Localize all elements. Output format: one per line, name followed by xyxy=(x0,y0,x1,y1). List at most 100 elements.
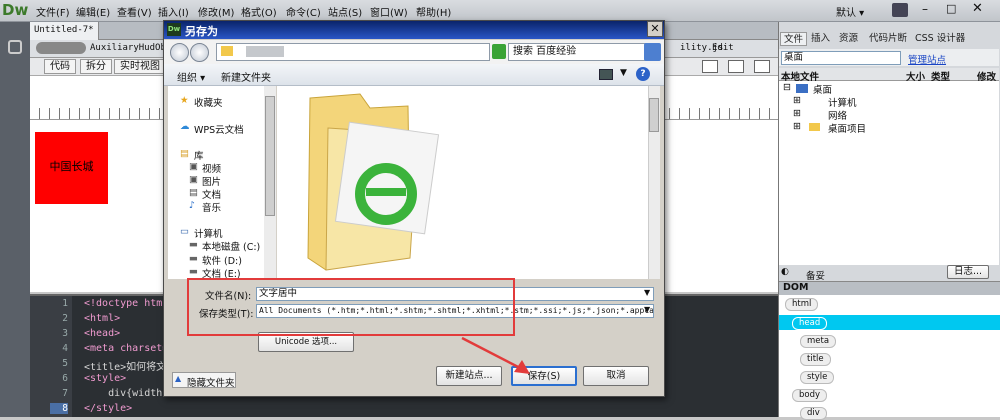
line-number: 3 xyxy=(62,328,68,339)
maximize-icon[interactable]: □ xyxy=(946,2,956,15)
tab-css-designer[interactable]: CSS 设计器 xyxy=(912,32,968,46)
source-code-pill[interactable] xyxy=(36,42,86,54)
related-file-edit[interactable]: Edit xyxy=(712,43,734,53)
help-icon[interactable]: ? xyxy=(636,67,650,81)
music-icon: ♪ xyxy=(189,200,196,211)
layout-icon[interactable] xyxy=(728,60,744,73)
manage-sites-link[interactable]: 管理站点 xyxy=(908,52,946,66)
status-text: 备妥 xyxy=(806,271,826,282)
line-number: 1 xyxy=(62,298,68,309)
dom-node-div[interactable]: div xyxy=(800,407,827,420)
log-button[interactable]: 日志... xyxy=(947,265,989,279)
menu-insert[interactable]: 插入(I) xyxy=(158,4,189,19)
dom-node-style[interactable]: style xyxy=(800,371,835,384)
tab-snippets[interactable]: 代码片断 xyxy=(866,32,910,46)
menu-edit[interactable]: 编辑(E) xyxy=(76,4,110,19)
path-segment-redacted[interactable] xyxy=(246,46,284,57)
dialog-close-icon[interactable]: ✕ xyxy=(647,21,663,37)
dom-panel-header xyxy=(779,281,1000,295)
site-select[interactable]: 桌面 xyxy=(781,51,901,65)
nav-computer[interactable]: 计算机 xyxy=(194,226,223,240)
new-site-button[interactable]: 新建站点... xyxy=(436,366,502,386)
chevron-down-icon[interactable]: ▼ xyxy=(644,288,650,297)
nav-libraries[interactable]: 库 xyxy=(194,148,204,162)
insert-icon[interactable] xyxy=(8,40,22,54)
menu-window[interactable]: 窗口(W) xyxy=(370,4,408,19)
hide-folders-label: 隐藏文件夹 xyxy=(187,378,235,389)
sync-icon[interactable] xyxy=(892,3,908,17)
tab-untitled-7[interactable]: Untitled-7* xyxy=(30,22,99,40)
connect-icon[interactable]: ◐ xyxy=(781,267,789,277)
chevron-down-icon[interactable]: ▼ xyxy=(644,305,650,314)
minimize-icon[interactable]: – xyxy=(922,2,928,16)
search-icon[interactable] xyxy=(644,43,661,61)
tab-files[interactable]: 文件 xyxy=(780,32,808,46)
nav-wps-cloud[interactable]: WPS云文档 xyxy=(194,122,244,136)
dw-app-icon: Dw xyxy=(167,23,181,36)
search-input[interactable]: 搜索 百度经验 xyxy=(508,43,646,61)
expand-icon[interactable]: ⊞ xyxy=(793,108,801,119)
tree-item-computer[interactable]: 计算机 xyxy=(828,95,857,109)
menu-format[interactable]: 格式(O) xyxy=(241,4,277,19)
library-icon: ▤ xyxy=(180,148,189,159)
forward-button[interactable] xyxy=(190,43,209,62)
nav-pictures[interactable]: 图片 xyxy=(202,174,221,188)
organize-menu[interactable]: 组织 ▾ xyxy=(177,69,205,84)
line-number-current: 8 xyxy=(50,403,68,414)
menu-commands[interactable]: 命令(C) xyxy=(286,4,321,19)
nav-scroll-thumb[interactable] xyxy=(265,96,275,216)
nav-drive-c[interactable]: 本地磁盘 (C:) xyxy=(202,239,260,253)
code-view-button[interactable]: 代码 xyxy=(44,59,76,74)
nav-favorites[interactable]: 收藏夹 xyxy=(194,95,223,109)
collapse-icon[interactable]: ⊟ xyxy=(783,82,791,93)
cancel-button[interactable]: 取消 xyxy=(583,366,649,386)
save-button[interactable]: 保存(S) xyxy=(511,366,577,386)
favorites-star-icon: ★ xyxy=(180,95,189,106)
view-mode-icon[interactable] xyxy=(599,69,613,80)
code-line: <style> xyxy=(84,373,127,384)
expand-icon[interactable]: ⊞ xyxy=(793,95,801,106)
refresh-icon[interactable] xyxy=(492,44,506,59)
menu-file[interactable]: 文件(F) xyxy=(36,4,70,19)
code-line: </style> xyxy=(84,403,133,414)
pictures-icon: ▣ xyxy=(189,174,198,185)
drive-icon: ▬ xyxy=(189,239,198,250)
red-div-box[interactable]: 中国长城 xyxy=(35,132,108,204)
nav-music[interactable]: 音乐 xyxy=(202,200,221,214)
code-line: <head> xyxy=(84,328,121,339)
content-scroll-thumb[interactable] xyxy=(649,98,659,132)
dom-node-head[interactable]: head xyxy=(792,317,828,330)
desktop-icon xyxy=(796,84,808,93)
live-view-button[interactable]: 实时视图 xyxy=(114,59,166,74)
workspace-switcher[interactable]: 默认 ▾ xyxy=(836,4,864,19)
expand-icon[interactable]: ⊞ xyxy=(793,121,801,132)
nav-videos[interactable]: 视频 xyxy=(202,161,221,175)
menu-help[interactable]: 帮助(H) xyxy=(416,4,451,19)
dom-node-body[interactable]: body xyxy=(792,389,828,402)
align-icon[interactable] xyxy=(702,60,718,73)
split-view-button[interactable]: 拆分 xyxy=(80,59,112,74)
menu-site[interactable]: 站点(S) xyxy=(328,4,362,19)
tree-item-desktop[interactable]: 桌面 xyxy=(813,82,832,96)
dom-node-html[interactable]: html xyxy=(785,298,819,311)
tab-assets[interactable]: 资源 xyxy=(836,32,861,46)
line-number: 7 xyxy=(62,388,68,399)
new-folder-button[interactable]: 新建文件夹 xyxy=(221,69,271,84)
tree-item-network[interactable]: 网络 xyxy=(828,108,847,122)
tab-insert[interactable]: 插入 xyxy=(808,32,833,46)
menu-view[interactable]: 查看(V) xyxy=(117,4,152,19)
menu-modify[interactable]: 修改(M) xyxy=(198,4,234,19)
code-line: <meta charset= xyxy=(84,343,169,354)
nav-documents[interactable]: 文档 xyxy=(202,187,221,201)
view-dropdown-icon[interactable]: ▼ xyxy=(620,68,627,78)
back-button[interactable] xyxy=(170,43,189,62)
drive-icon: ▬ xyxy=(189,253,198,264)
folder-ie-icon xyxy=(307,93,440,271)
dom-node-meta[interactable]: meta xyxy=(800,335,837,348)
close-icon[interactable]: ✕ xyxy=(972,1,983,16)
code-line: div{width: xyxy=(84,388,169,399)
options-icon[interactable] xyxy=(754,60,770,73)
tree-item-desktop-items[interactable]: 桌面项目 xyxy=(828,121,866,135)
dom-node-title[interactable]: title xyxy=(800,353,831,366)
nav-drive-d[interactable]: 软件 (D:) xyxy=(202,253,242,267)
